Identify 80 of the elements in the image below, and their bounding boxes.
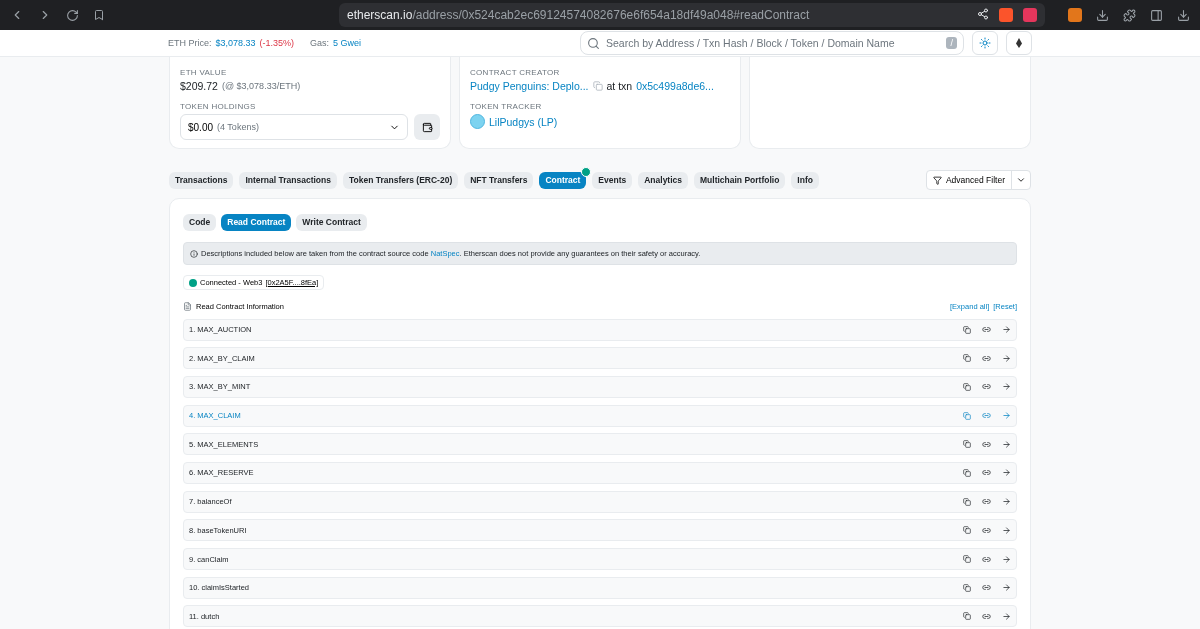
sidebar-icon[interactable]: [1150, 8, 1163, 22]
copy-icon[interactable]: [963, 555, 971, 563]
gas-price[interactable]: 5 Gwei: [333, 38, 362, 48]
copy-icon[interactable]: [963, 612, 971, 621]
arrow-icon[interactable]: [1002, 554, 1011, 564]
eth-change: (-1.35%): [259, 38, 295, 48]
share-icon[interactable]: [977, 8, 989, 20]
arrow-icon[interactable]: [1002, 497, 1011, 507]
token-avatar-icon: [470, 114, 485, 129]
bookmark-icon[interactable]: [93, 9, 105, 21]
eth-value-label: ETH VALUE: [180, 68, 228, 77]
url-text: etherscan.io/address/0x524cab2ec69124574082676e6f654a18df49a048#readContract: [347, 8, 810, 22]
link-icon[interactable]: [982, 554, 991, 564]
eth-price-label: ETH Price:: [168, 38, 212, 48]
token-holdings-dropdown[interactable]: $0.00 (4 Tokens): [180, 114, 408, 140]
token-tracker-label: TOKEN TRACKER: [470, 102, 543, 111]
gas-label: Gas:: [310, 38, 330, 48]
eth-value-rate: (@ $3,078.33/ETH): [221, 81, 301, 91]
filter-icon: [932, 175, 942, 185]
copy-icon[interactable]: [963, 382, 971, 391]
wallet-icon: [421, 121, 433, 133]
tab[interactable]: Transactions: [169, 171, 234, 189]
document-icon: [183, 301, 192, 311]
view-tab[interactable]: Write Contract: [296, 214, 367, 231]
network-button[interactable]: [1006, 31, 1032, 55]
arrow-icon[interactable]: [1002, 382, 1011, 392]
link-icon[interactable]: [982, 525, 991, 535]
address-bar[interactable]: etherscan.io/address/0x524cab2ec69124574082676e6f654a18df49a048#readContract: [339, 3, 1045, 27]
chevron-down-icon: [1016, 175, 1026, 185]
arrow-icon[interactable]: [1002, 353, 1011, 363]
token-tracker-link[interactable]: LilPudgys (LP): [489, 115, 558, 128]
view-tab[interactable]: Read Contract: [221, 214, 292, 231]
tab[interactable]: Multichain Portfolio: [694, 171, 786, 189]
arrow-icon[interactable]: [1002, 411, 1011, 421]
copy-icon[interactable]: [963, 354, 971, 363]
link-icon[interactable]: [982, 583, 991, 593]
link-icon[interactable]: [982, 439, 991, 449]
creator-label: CONTRACT CREATOR: [470, 68, 561, 77]
copy-icon[interactable]: [963, 440, 971, 449]
download-icon[interactable]: [1177, 8, 1190, 22]
search-icon: [587, 36, 600, 50]
creator-link[interactable]: Pudgy Penguins: Deplo...: [470, 80, 589, 92]
copy-icon[interactable]: [963, 526, 971, 535]
eth-price[interactable]: $3,078.33: [215, 38, 256, 48]
tab[interactable]: Token Transfers (ERC-20): [342, 171, 459, 189]
link-icon[interactable]: [982, 468, 991, 478]
advanced-filter-button[interactable]: Advanced Filter: [925, 170, 1031, 190]
token-holdings-label: TOKEN HOLDINGS: [180, 102, 257, 111]
link-icon[interactable]: [982, 325, 991, 334]
tab[interactable]: Contract: [539, 171, 587, 189]
copy-icon[interactable]: [963, 583, 971, 592]
tab[interactable]: NFT Transfers: [464, 171, 534, 189]
arrow-icon[interactable]: [1002, 583, 1011, 593]
copy-icon[interactable]: [963, 468, 971, 477]
view-tab[interactable]: Code: [183, 214, 217, 231]
wallet-button[interactable]: [414, 114, 440, 140]
copy-icon[interactable]: [963, 497, 971, 506]
link-icon[interactable]: [982, 382, 991, 392]
tab[interactable]: Analytics: [638, 171, 688, 189]
link-icon[interactable]: [982, 611, 991, 621]
arrow-icon[interactable]: [1002, 468, 1011, 478]
link-icon[interactable]: [982, 353, 991, 363]
copy-icon[interactable]: [963, 325, 971, 334]
at-txn-text: at txn: [606, 80, 633, 92]
arrow-icon[interactable]: [1002, 439, 1011, 449]
tab[interactable]: Events: [592, 171, 633, 189]
eth-value: $209.72: [180, 80, 218, 92]
tab[interactable]: Info: [791, 171, 819, 189]
tab[interactable]: Internal Transactions: [239, 171, 337, 189]
reload-icon[interactable]: [66, 8, 79, 22]
link-icon[interactable]: [982, 497, 991, 507]
arrow-icon[interactable]: [1002, 525, 1011, 535]
arrow-icon[interactable]: [1002, 325, 1011, 334]
search-field[interactable]: Search by Address / Txn Hash / Block / Token / Domain Name /: [580, 31, 964, 55]
txn-link[interactable]: 0x5c499a8de6...: [636, 80, 714, 92]
info-icon: [190, 249, 198, 258]
link-icon[interactable]: [982, 411, 991, 421]
sun-icon: [979, 37, 991, 49]
arrow-icon[interactable]: [1002, 611, 1011, 621]
extensions-icon[interactable]: [1123, 8, 1136, 22]
